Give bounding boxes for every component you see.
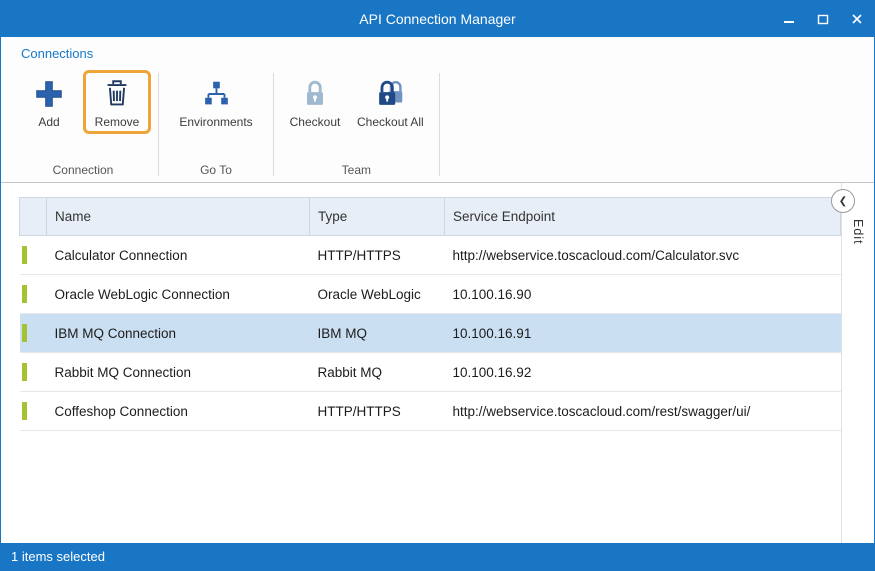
- add-label: Add: [38, 115, 59, 129]
- connections-table: Name Type Service Endpoint Calculator Co…: [19, 197, 841, 431]
- panel-collapse-button[interactable]: ❮: [831, 189, 855, 213]
- header-endpoint[interactable]: Service Endpoint: [445, 198, 841, 236]
- window-title: API Connection Manager: [1, 11, 874, 27]
- cell-name: Calculator Connection: [47, 236, 310, 275]
- table-row[interactable]: Oracle WebLogic Connection Oracle WebLog…: [20, 275, 841, 314]
- minimize-button[interactable]: [772, 1, 806, 37]
- cell-name: Coffeshop Connection: [47, 392, 310, 431]
- ribbon-group-connection: Add Remove C: [11, 70, 155, 182]
- table-header-row: Name Type Service Endpoint: [20, 198, 841, 236]
- status-indicator: [22, 324, 27, 342]
- ribbon-separator: [273, 73, 274, 176]
- cell-type: Oracle WebLogic: [310, 275, 445, 314]
- plus-icon: [31, 76, 67, 112]
- header-type[interactable]: Type: [310, 198, 445, 236]
- cell-endpoint: 10.100.16.90: [445, 275, 841, 314]
- tab-connections[interactable]: Connections: [21, 46, 93, 61]
- close-icon: [851, 13, 863, 25]
- environments-button[interactable]: Environments: [166, 70, 266, 134]
- status-indicator: [22, 363, 27, 381]
- edit-side-panel: ❮ Edit: [841, 183, 874, 544]
- cell-name: Rabbit MQ Connection: [47, 353, 310, 392]
- status-indicator: [22, 285, 27, 303]
- status-bar: 1 items selected: [1, 543, 874, 570]
- edit-panel-label[interactable]: Edit: [851, 219, 865, 245]
- checkout-all-button[interactable]: Checkout All: [349, 70, 432, 134]
- cell-endpoint: 10.100.16.92: [445, 353, 841, 392]
- title-bar[interactable]: API Connection Manager: [1, 1, 874, 37]
- status-indicator: [22, 402, 27, 420]
- table-row[interactable]: Coffeshop Connection HTTP/HTTPS http://w…: [20, 392, 841, 431]
- group-label-connection: Connection: [15, 161, 151, 182]
- header-name[interactable]: Name: [47, 198, 310, 236]
- remove-label: Remove: [95, 115, 140, 129]
- cell-type: HTTP/HTTPS: [310, 392, 445, 431]
- ribbon-separator: [158, 73, 159, 176]
- content-area: Name Type Service Endpoint Calculator Co…: [1, 183, 874, 544]
- remove-button[interactable]: Remove: [83, 70, 151, 134]
- locks-icon: [372, 76, 408, 112]
- lock-icon: [297, 76, 333, 112]
- add-button[interactable]: Add: [15, 70, 83, 134]
- minimize-icon: [783, 13, 795, 25]
- checkout-button[interactable]: Checkout: [281, 70, 349, 134]
- cell-endpoint: 10.100.16.91: [445, 314, 841, 353]
- cell-name: IBM MQ Connection: [47, 314, 310, 353]
- table-area: Name Type Service Endpoint Calculator Co…: [1, 183, 841, 544]
- cell-type: IBM MQ: [310, 314, 445, 353]
- maximize-button[interactable]: [806, 1, 840, 37]
- group-label-team: Team: [281, 161, 432, 182]
- chevron-left-icon: ❮: [839, 196, 847, 207]
- table-row[interactable]: IBM MQ Connection IBM MQ 10.100.16.91: [20, 314, 841, 353]
- group-label-goto: Go To: [166, 161, 266, 182]
- checkout-all-label: Checkout All: [357, 115, 424, 129]
- cell-endpoint: http://webservice.toscacloud.com/rest/sw…: [445, 392, 841, 431]
- status-text: 1 items selected: [11, 549, 105, 564]
- cell-type: Rabbit MQ: [310, 353, 445, 392]
- ribbon-tab-row: Connections: [1, 37, 874, 70]
- app-window: API Connection Manager Connections: [0, 0, 875, 571]
- environments-label: Environments: [179, 115, 252, 129]
- table-row[interactable]: Rabbit MQ Connection Rabbit MQ 10.100.16…: [20, 353, 841, 392]
- header-indicator[interactable]: [20, 198, 47, 236]
- close-button[interactable]: [840, 1, 874, 37]
- trash-icon: [99, 76, 135, 112]
- status-indicator: [22, 246, 27, 264]
- ribbon-group-goto: Environments Go To: [162, 70, 270, 182]
- checkout-label: Checkout: [290, 115, 341, 129]
- cell-type: HTTP/HTTPS: [310, 236, 445, 275]
- ribbon: Add Remove C: [1, 70, 874, 183]
- maximize-icon: [817, 13, 829, 25]
- cell-name: Oracle WebLogic Connection: [47, 275, 310, 314]
- ribbon-separator: [439, 73, 440, 176]
- sitemap-icon: [198, 76, 234, 112]
- cell-endpoint: http://webservice.toscacloud.com/Calcula…: [445, 236, 841, 275]
- table-row[interactable]: Calculator Connection HTTP/HTTPS http://…: [20, 236, 841, 275]
- ribbon-group-team: Checkout Checkout All: [277, 70, 436, 182]
